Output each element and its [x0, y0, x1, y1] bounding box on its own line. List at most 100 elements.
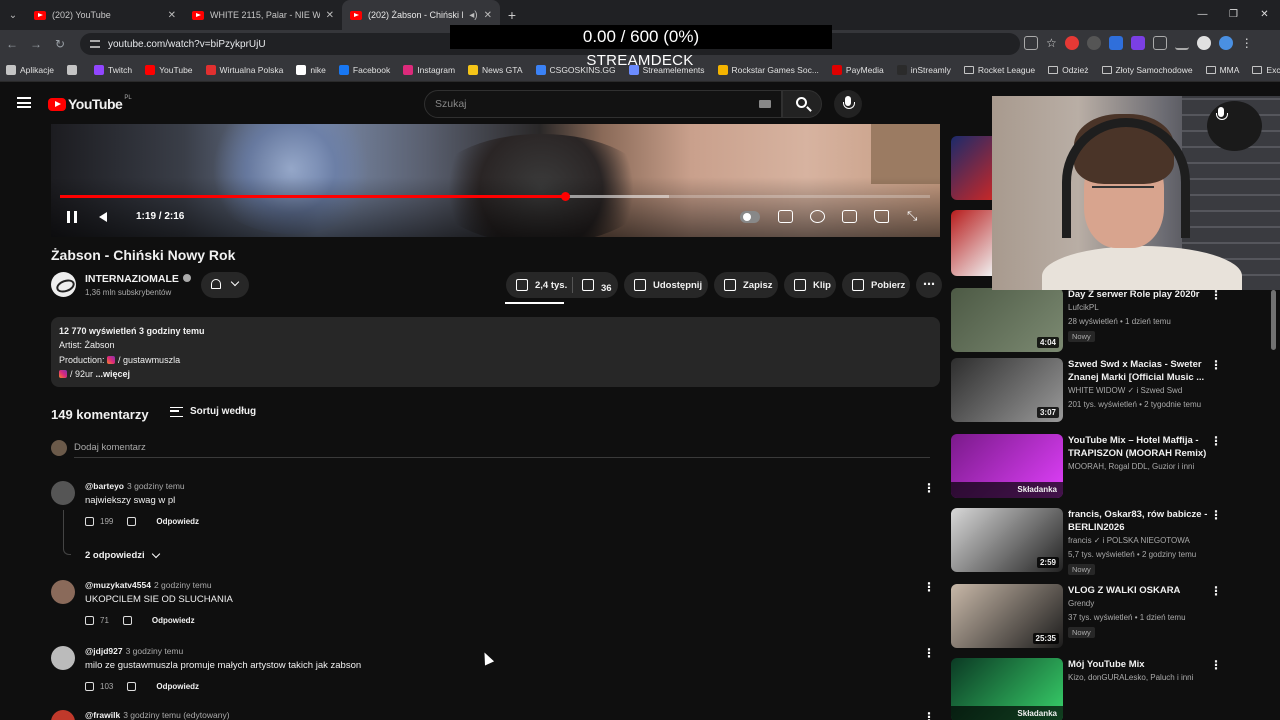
install-icon[interactable]	[1024, 36, 1038, 50]
browser-tab-2[interactable]: WHITE 2115, Palar - NIE WSZYSTKO ✕	[184, 0, 342, 30]
extension-icon[interactable]	[1086, 36, 1101, 50]
comment-menu-icon[interactable]: ⋮	[923, 710, 935, 720]
bookmark-item[interactable]: PayMedia	[831, 64, 884, 75]
reply-button[interactable]: Odpowiedz	[156, 517, 199, 526]
comment-time[interactable]: 3 godziny temu	[127, 481, 185, 491]
download-button[interactable]: Pobierz	[842, 272, 910, 298]
thumbs-up-icon[interactable]	[85, 682, 94, 691]
commenter-avatar[interactable]	[51, 710, 75, 720]
commenter-avatar[interactable]	[51, 646, 75, 670]
production-link[interactable]: / gustawmuszla	[118, 355, 180, 365]
view-replies-button[interactable]: 2 odpowiedzi	[85, 549, 160, 561]
partial-thumbnail[interactable]	[951, 136, 992, 200]
video-menu-icon[interactable]: ⋮	[1210, 658, 1222, 672]
thumbs-up-icon[interactable]	[516, 279, 528, 291]
recommended-title[interactable]: Mój YouTube Mix	[1068, 658, 1218, 671]
site-info-icon[interactable]	[90, 40, 100, 48]
video-thumbnail[interactable]: Składanka	[951, 434, 1063, 498]
thumbs-up-icon[interactable]	[85, 616, 94, 625]
youtube-logo[interactable]: YouTube PL	[48, 95, 132, 112]
video-thumbnail[interactable]: Składanka	[951, 658, 1063, 720]
partial-thumbnail[interactable]	[951, 210, 992, 276]
thumbs-down-icon[interactable]	[122, 616, 132, 625]
menu-icon[interactable]: ⋮	[1241, 36, 1253, 50]
browser-tab-1[interactable]: (202) YouTube ✕	[26, 0, 184, 30]
audio-icon[interactable]: ◂)	[469, 10, 477, 21]
recommended-channel[interactable]: Kizo, donGURALesko, Paluch i inni	[1068, 673, 1193, 682]
minimize-icon[interactable]: —	[1187, 0, 1218, 30]
close-tab-icon[interactable]: ✕	[168, 10, 176, 21]
clip-button[interactable]: Klip	[784, 272, 836, 298]
voice-search-mic-icon[interactable]	[834, 90, 862, 118]
reload-icon[interactable]: ↻	[48, 37, 72, 51]
dislike-button[interactable]: 36	[582, 279, 612, 294]
reply-button[interactable]: Odpowiedz	[152, 616, 195, 625]
video-menu-icon[interactable]: ⋮	[1210, 434, 1222, 448]
bookmark-item[interactable]: MMA	[1205, 65, 1239, 75]
video-menu-icon[interactable]: ⋮	[1210, 584, 1222, 598]
channel-name[interactable]: INTERNAZIOMALE	[85, 273, 191, 285]
recommended-channel[interactable]: WHITE WIDOW ✓ i Szwed Swd	[1068, 386, 1182, 395]
video-menu-icon[interactable]: ⋮	[1210, 508, 1222, 522]
keyboard-icon[interactable]	[759, 100, 771, 108]
fullscreen-icon[interactable]: ⤡	[907, 208, 917, 224]
autoplay-toggle[interactable]	[740, 211, 760, 223]
tab-search-button[interactable]: ⌄	[0, 0, 26, 30]
extension-icon[interactable]	[1130, 36, 1145, 50]
comment-time[interactable]: 2 godziny temu	[154, 580, 212, 590]
download-icon[interactable]	[1196, 36, 1211, 50]
recommended-title[interactable]: YouTube Mix – Hotel Maffija - TRAPISZON …	[1068, 434, 1218, 460]
instagram-link[interactable]: / 92ur	[70, 369, 93, 379]
comment-author[interactable]: @muzykatv4554	[85, 580, 151, 590]
thumbs-up-icon[interactable]	[85, 517, 94, 526]
description-box[interactable]: 12 770 wyświetleń 3 godziny temu Artist:…	[51, 317, 940, 387]
comment-author[interactable]: @frawilk	[85, 710, 120, 720]
thumbs-down-icon[interactable]	[127, 682, 137, 691]
recommended-channel[interactable]: MOORAH, Rogal DDL, Guzior i inni	[1068, 462, 1194, 471]
more-actions-icon[interactable]: ⋯	[916, 272, 942, 298]
recommended-title[interactable]: francis, Oskar83, rów babicze - BERLIN20…	[1068, 508, 1218, 534]
recommended-channel[interactable]: Grendy	[1068, 599, 1094, 608]
video-thumbnail[interactable]: 3:07	[951, 358, 1063, 422]
pause-icon[interactable]	[67, 211, 77, 223]
video-menu-icon[interactable]: ⋮	[1210, 358, 1222, 372]
recommended-title[interactable]: VLOG Z WALKI OSKARA	[1068, 584, 1218, 597]
bookmark-item[interactable]: Złoty Samochodowe	[1101, 65, 1193, 75]
comment-menu-icon[interactable]: ⋮	[923, 580, 935, 594]
settings-gear-icon[interactable]	[810, 210, 825, 223]
progress-scrubber[interactable]	[560, 192, 570, 201]
subtitles-icon[interactable]	[778, 210, 793, 223]
video-thumbnail[interactable]: 4:04	[951, 288, 1063, 352]
comment-menu-icon[interactable]: ⋮	[923, 646, 935, 660]
bookmark-item[interactable]: Twitch	[94, 64, 132, 75]
forward-icon[interactable]: →	[24, 37, 48, 51]
save-button[interactable]: Zapisz	[714, 272, 778, 298]
bookmark-item[interactable]: nike	[296, 64, 326, 75]
search-button[interactable]	[782, 90, 822, 118]
sidebar-scrollbar[interactable]	[1271, 290, 1276, 350]
add-comment-input[interactable]: Dodaj komentarz	[74, 442, 146, 453]
miniplayer-icon[interactable]	[842, 210, 857, 223]
bookmark-item[interactable]: Rocket League	[963, 65, 1035, 75]
thumbs-down-icon[interactable]	[127, 517, 137, 526]
comment-author[interactable]: @jdjd927	[85, 646, 123, 656]
comment-time[interactable]: 3 godziny temu	[126, 646, 184, 656]
bookmark-item[interactable]: inStreamly	[896, 64, 951, 75]
bookmark-item[interactable]: Odzież	[1048, 65, 1089, 75]
volume-icon[interactable]	[99, 212, 107, 222]
recommended-channel[interactable]: francis ✓ i POLSKA NIEGOTOWA	[1068, 536, 1190, 545]
bookmark-item[interactable]: News GTA	[468, 64, 523, 75]
extension-icon[interactable]	[1108, 36, 1123, 50]
search-input[interactable]: Szukaj	[424, 90, 782, 118]
hamburger-menu-icon[interactable]	[17, 97, 31, 108]
recommended-title[interactable]: Szwed Swd x Macias - Sweter Znanej Marki…	[1068, 358, 1218, 384]
comment-author[interactable]: @barteyo	[85, 481, 124, 491]
video-player[interactable]: 1:19 / 2:16 ⤡	[51, 124, 940, 237]
bookmark-item[interactable]: Aplikacje	[6, 64, 54, 75]
close-tab-icon[interactable]: ✕	[326, 10, 334, 21]
share-button[interactable]: Udostępnij	[624, 272, 708, 298]
bookmark-item[interactable]: Excele	[1252, 65, 1280, 75]
bookmark-item[interactable]	[67, 64, 81, 75]
close-tab-icon[interactable]: ✕	[484, 10, 492, 21]
extension-icon[interactable]	[1064, 36, 1079, 50]
